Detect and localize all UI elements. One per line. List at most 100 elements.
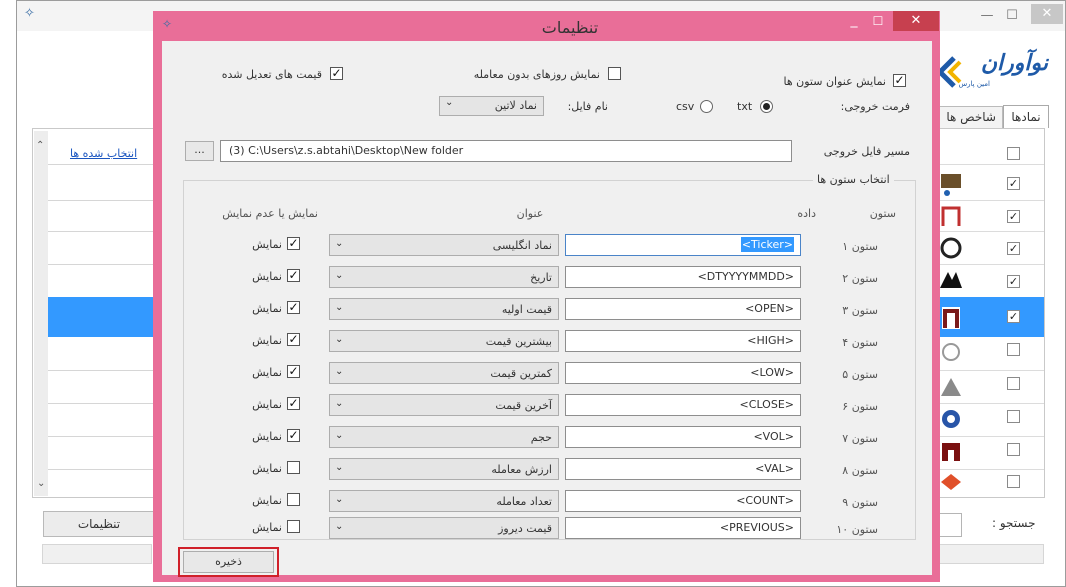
symbol-checkbox[interactable] <box>1007 475 1020 488</box>
dialog-close-button[interactable]: ✕ <box>893 11 939 31</box>
symbol-checkbox[interactable] <box>1007 377 1020 390</box>
row-column-label: ستون ۷ <box>842 432 878 445</box>
row-data-input[interactable]: <Ticker> <box>565 234 801 256</box>
row-show-checkbox[interactable] <box>287 493 300 506</box>
row-show-checkbox[interactable]: ✓ <box>287 365 300 378</box>
row-title-select[interactable]: ⌄ کمترین قیمت <box>329 362 559 384</box>
tab-indices[interactable]: شاخص ها <box>935 106 1003 128</box>
row-data-input[interactable]: <HIGH> <box>565 330 801 352</box>
row-show-checkbox[interactable]: ✓ <box>287 269 300 282</box>
row-title-select[interactable]: ⌄ تاریخ <box>329 266 559 288</box>
format-csv-radio[interactable] <box>700 100 713 113</box>
row-data-input[interactable]: <DTYYYYMMDD> <box>565 266 801 288</box>
row-title-value: قیمت اولیه <box>501 303 552 316</box>
tab-symbols[interactable]: نمادها <box>1003 105 1049 128</box>
status-strip-right <box>932 544 1044 564</box>
row-data-input[interactable]: <LOW> <box>565 362 801 384</box>
symbol-checkbox[interactable]: ✓ <box>1007 242 1020 255</box>
file-name-select[interactable]: ⌄ نماد لاتین <box>439 96 544 116</box>
symbol-logo-icon <box>938 470 964 500</box>
app-icon: ✧ <box>24 6 35 21</box>
list-divider <box>48 370 159 371</box>
row-data-input[interactable]: <VAL> <box>565 458 801 480</box>
no-trade-days-checkbox[interactable] <box>608 67 621 80</box>
row-show-label: نمایش <box>252 430 282 443</box>
output-path-input[interactable]: (3) C:\Users\z.s.abtahi\Desktop\New fold… <box>220 140 792 162</box>
row-show-checkbox[interactable]: ✓ <box>287 237 300 250</box>
row-column-label: ستون ۸ <box>842 464 878 477</box>
list-selected-row[interactable] <box>48 297 159 337</box>
scroll-down-icon[interactable]: ⌄ <box>37 478 45 489</box>
scroll-up-icon[interactable]: ⌃ <box>36 140 44 151</box>
row-column-label: ستون ۱ <box>842 240 878 253</box>
symbol-checkbox[interactable]: ✓ <box>1007 210 1020 223</box>
chevron-down-icon: ⌄ <box>335 270 344 281</box>
row-data-input[interactable]: <COUNT> <box>565 490 801 512</box>
symbol-checkbox[interactable] <box>1007 343 1020 356</box>
row-column-label: ستون ۱۰ <box>836 523 878 536</box>
file-name-value: نماد لاتین <box>494 99 537 112</box>
dialog-maximize-button[interactable]: ☐ <box>866 13 890 29</box>
main-maximize-button[interactable]: ☐ <box>1000 8 1024 24</box>
browse-button[interactable]: ... <box>185 141 214 161</box>
row-title-value: حجم <box>530 431 552 444</box>
row-title-value: آخرین قیمت <box>495 399 552 412</box>
main-close-button[interactable]: ✕ <box>1031 4 1063 24</box>
output-path-label: مسیر فایل خروجی <box>823 145 910 158</box>
symbol-checkbox[interactable] <box>1007 443 1020 456</box>
chevron-down-icon: ⌄ <box>335 462 344 473</box>
row-show-checkbox[interactable] <box>287 520 300 533</box>
row-title-value: بیشترین قیمت <box>485 335 552 348</box>
show-headers-label: نمایش عنوان ستون ها <box>783 75 887 88</box>
selected-items-link[interactable]: انتخاب شده ها <box>70 147 137 160</box>
symbol-checkbox[interactable]: ✓ <box>1007 310 1020 323</box>
row-show-label: نمایش <box>252 366 282 379</box>
row-title-select[interactable]: ⌄ قیمت اولیه <box>329 298 559 320</box>
header-title: عنوان <box>516 207 544 220</box>
show-headers-checkbox[interactable]: ✓ <box>893 74 906 87</box>
row-show-label: نمایش <box>252 270 282 283</box>
settings-button[interactable]: تنظیمات <box>43 511 155 537</box>
list-divider <box>48 469 159 470</box>
row-show-checkbox[interactable]: ✓ <box>287 429 300 442</box>
row-data-input[interactable]: <CLOSE> <box>565 394 801 416</box>
row-data-input[interactable]: <PREVIOUS> <box>565 517 801 539</box>
symbol-logo-icon <box>938 302 964 332</box>
adjusted-prices-checkbox[interactable]: ✓ <box>330 67 343 80</box>
list-scrollbar[interactable] <box>34 131 48 496</box>
row-title-select[interactable]: ⌄ بیشترین قیمت <box>329 330 559 352</box>
row-data-input[interactable]: <OPEN> <box>565 298 801 320</box>
dialog-title: تنظیمات <box>541 18 599 37</box>
row-title-select[interactable]: ⌄ تعداد معامله <box>329 490 559 512</box>
save-button[interactable]: ذخیره <box>183 551 274 573</box>
row-title-select[interactable]: ⌄ نماد انگلیسی <box>329 234 559 256</box>
no-trade-days-label: نمایش روزهای بدون معامله <box>473 68 600 81</box>
row-title-select[interactable]: ⌄ حجم <box>329 426 559 448</box>
row-title-select[interactable]: ⌄ ارزش معامله <box>329 458 559 480</box>
symbols-select-all-checkbox[interactable] <box>1007 147 1020 160</box>
symbol-checkbox[interactable]: ✓ <box>1007 177 1020 190</box>
adjusted-prices-label: قیمت های تعدیل شده <box>221 68 322 81</box>
dialog-minimize-button[interactable]: _ <box>842 13 866 29</box>
row-show-checkbox[interactable]: ✓ <box>287 397 300 410</box>
row-show-checkbox[interactable]: ✓ <box>287 301 300 314</box>
symbol-checkbox[interactable]: ✓ <box>1007 275 1020 288</box>
symbol-logo-icon <box>938 202 964 232</box>
row-show-checkbox[interactable] <box>287 461 300 474</box>
row-data-input[interactable]: <VOL> <box>565 426 801 448</box>
row-title-select[interactable]: ⌄ آخرین قیمت <box>329 394 559 416</box>
row-show-checkbox[interactable]: ✓ <box>287 333 300 346</box>
logo-subtext: امین پارس <box>958 80 990 88</box>
row-title-select[interactable]: ⌄ قیمت دیروز <box>329 517 559 539</box>
format-txt-radio[interactable] <box>760 100 773 113</box>
symbol-checkbox[interactable] <box>1007 410 1020 423</box>
row-show-label: نمایش <box>252 334 282 347</box>
symbol-logo-icon <box>938 168 964 198</box>
symbol-logo-icon <box>938 405 964 435</box>
row-show-label: نمایش <box>252 521 282 534</box>
output-format-label: فرمت خروجی: <box>840 100 910 113</box>
main-minimize-button[interactable]: — <box>975 8 999 24</box>
row-column-label: ستون ۶ <box>842 400 878 413</box>
row-title-value: نماد انگلیسی <box>492 239 552 252</box>
row-divider <box>931 436 1044 437</box>
